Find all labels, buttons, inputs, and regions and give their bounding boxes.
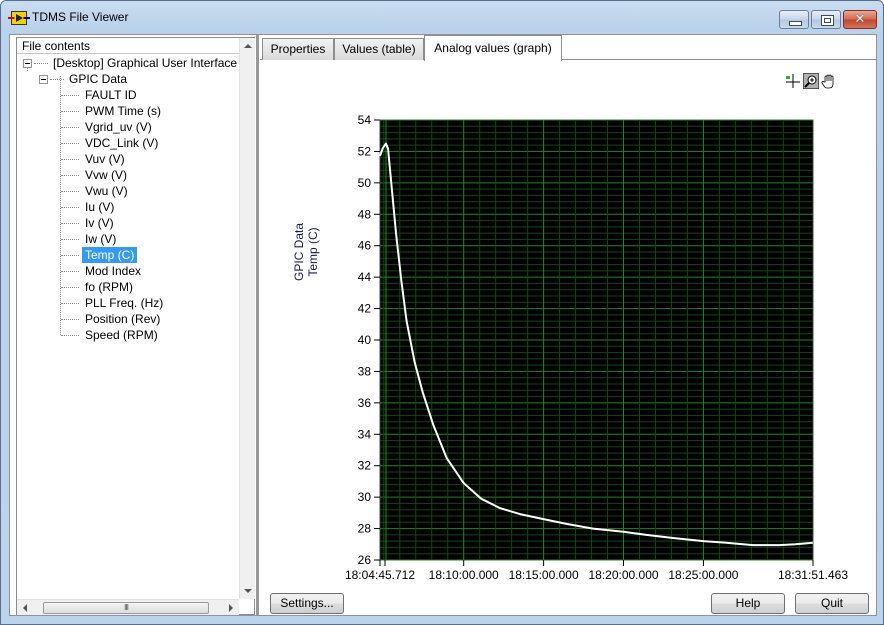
x-tick-label: 18:25:00.000 [668,568,738,582]
graph-svg: 26 28 30 32 34 36 38 40 42 44 46 48 50 52 54 18:04:45.7… [345,113,848,582]
tree-vertical-scrollbar[interactable] [239,38,255,599]
y-axis-title-line2: Temp (C) [306,227,320,277]
tree-channel-label: fo (RPM) [85,280,133,294]
tree-root-label: [Desktop] Graphical User Interface [53,56,238,70]
tree-channel-label: Iu (V) [85,200,115,214]
tree-channel-label: FAULT ID [85,88,137,102]
y-axis-title: GPIC Data Temp (C) [292,192,320,312]
client-area: File contents [Desktop] Graphical User I… [9,34,877,616]
tab-values-table[interactable]: Values (table) [334,38,424,60]
tree-channel-label: PWM Time (s) [85,104,161,118]
y-tick-label: 48 [358,207,372,221]
tree-body: [Desktop] Graphical User Interface GPIC … [17,55,239,598]
tree-channel-label: Iv (V) [85,216,114,230]
minimize-button[interactable] [779,10,809,29]
temperature-graph[interactable]: 26 28 30 32 34 36 38 40 42 44 46 48 50 52 54 18:04:45.7… [260,62,877,582]
tab-properties[interactable]: Properties [262,38,334,60]
x-tick-label: 18:04:45.712 [345,568,415,582]
tree-channel-label: Position (Rev) [85,312,161,326]
settings-button[interactable]: Settings... [270,593,344,614]
scroll-left-icon[interactable] [23,604,27,612]
y-tick-label: 28 [358,522,372,536]
scroll-down-icon[interactable] [244,589,252,593]
scroll-up-icon[interactable] [244,44,252,48]
tree-channel-label: Vwu (V) [85,184,128,198]
maximize-button[interactable] [811,10,841,29]
y-tick-label: 42 [358,302,372,316]
tree-channel-label: PLL Freq. (Hz) [85,296,164,310]
tree-channel-label: Temp (C) [82,247,138,263]
y-tick-label: 32 [358,459,372,473]
quit-button[interactable]: Quit [795,593,869,614]
labview-app-icon [8,11,30,25]
scrollbar-thumb[interactable]: III [43,602,209,614]
scroll-right-icon[interactable] [229,604,233,612]
y-tick-label: 52 [358,144,372,158]
tree-group-label: GPIC Data [69,72,128,86]
tree-horizontal-scrollbar[interactable]: III [17,599,239,615]
title-bar: TDMS File Viewer ✕ [1,1,883,35]
collapse-icon[interactable] [23,59,32,68]
close-button[interactable]: ✕ [843,10,877,29]
tree-channel-label: Iw (V) [85,232,117,246]
tree-channel-label: Speed (RPM) [85,328,158,342]
y-tick-label: 36 [358,396,372,410]
tree-channel-label: Vuv (V) [85,152,125,166]
tab-bar: Properties Values (table) Analog values … [260,35,877,61]
x-tick-label: 18:31:51.463 [778,568,848,582]
y-tick-label: 44 [358,270,372,284]
y-tick-label: 38 [358,364,372,378]
y-tick-label: 30 [358,490,372,504]
tree-channel-label: Vvw (V) [85,168,127,182]
y-tick-label: 40 [358,333,372,347]
panel-splitter[interactable] [256,35,259,615]
window-title: TDMS File Viewer [32,10,129,24]
help-button[interactable]: Help [711,593,785,614]
y-tick-label: 26 [358,553,372,567]
close-icon: ✕ [854,12,866,27]
x-tick-label: 18:20:00.000 [588,568,658,582]
y-tick-label: 46 [358,239,372,253]
y-tick-label: 50 [358,176,372,190]
y-tick-label: 34 [358,427,372,441]
y-tick-label: 54 [358,113,372,127]
collapse-icon[interactable] [39,75,48,84]
tree-channel-label: VDC_Link (V) [85,136,159,150]
x-tick-label: 18:10:00.000 [429,568,499,582]
tree-channel-label: Vgrid_uv (V) [85,120,152,134]
tab-analog-values-graph[interactable]: Analog values (graph) [424,35,562,61]
tree-header: File contents [17,38,239,54]
y-axis-title-line1: GPIC Data [292,222,306,282]
app-window: TDMS File Viewer ✕ File contents [Deskto… [0,0,884,625]
file-contents-tree: File contents [Desktop] Graphical User I… [16,37,255,615]
x-tick-label: 18:15:00.000 [509,568,579,582]
tree-channel-label: Mod Index [85,264,142,278]
